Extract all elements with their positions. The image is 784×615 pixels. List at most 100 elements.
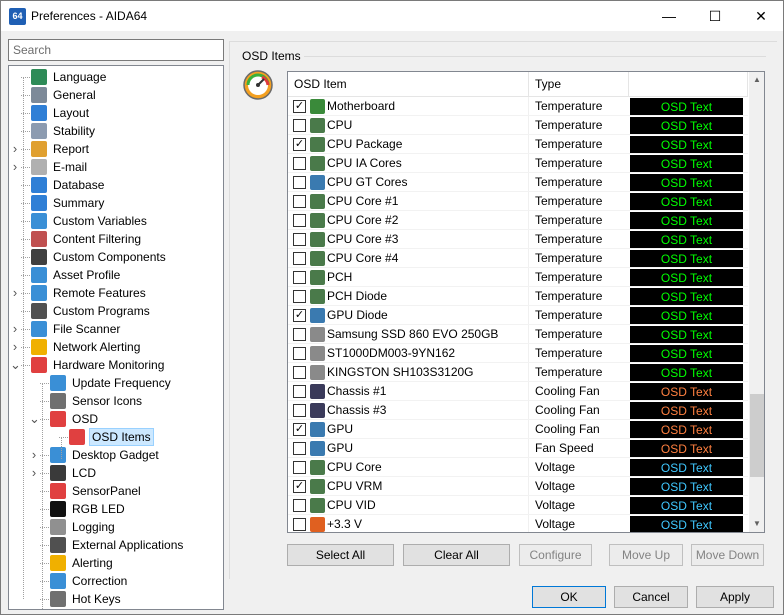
list-item[interactable]: Chassis #1 Cooling Fan OSD Text bbox=[288, 382, 748, 401]
ok-button[interactable]: OK bbox=[532, 586, 606, 608]
collapse-chevron-icon[interactable]: ⌄ bbox=[29, 410, 40, 428]
tree-item-content-filtering[interactable]: Content Filtering bbox=[9, 230, 223, 248]
checked-checkbox[interactable]: ✓ bbox=[293, 480, 306, 493]
osd-text-preview[interactable]: OSD Text bbox=[630, 402, 743, 420]
list-item[interactable]: CPU GT Cores Temperature OSD Text bbox=[288, 173, 748, 192]
unchecked-checkbox[interactable] bbox=[293, 442, 306, 455]
unchecked-checkbox[interactable] bbox=[293, 252, 306, 265]
osd-text-preview[interactable]: OSD Text bbox=[630, 98, 743, 116]
unchecked-checkbox[interactable] bbox=[293, 499, 306, 512]
move-down-button[interactable]: Move Down bbox=[691, 544, 764, 566]
scroll-thumb[interactable] bbox=[750, 394, 764, 477]
tree-item-network-alerting[interactable]: › Network Alerting bbox=[9, 338, 223, 356]
tree-item-file-scanner[interactable]: › File Scanner bbox=[9, 320, 223, 338]
preferences-tree[interactable]: Language General Layout Stability › Report › E-… bbox=[8, 65, 224, 610]
list-item[interactable]: KINGSTON SH103S3120G Temperature OSD Text bbox=[288, 363, 748, 382]
vertical-scrollbar[interactable]: ▲ ▼ bbox=[749, 72, 764, 532]
unchecked-checkbox[interactable] bbox=[293, 176, 306, 189]
expand-chevron-icon[interactable]: › bbox=[29, 446, 39, 464]
minimize-button[interactable]: — bbox=[646, 1, 692, 31]
move-up-button[interactable]: Move Up bbox=[609, 544, 683, 566]
osd-text-preview[interactable]: OSD Text bbox=[630, 250, 743, 268]
expand-chevron-icon[interactable]: › bbox=[10, 338, 20, 356]
osd-items-list[interactable]: OSD Item Type ✓ Motherboard Temperature OSD… bbox=[287, 71, 765, 533]
unchecked-checkbox[interactable] bbox=[293, 404, 306, 417]
list-item[interactable]: CPU Core #1 Temperature OSD Text bbox=[288, 192, 748, 211]
tree-item-stability[interactable]: Stability bbox=[9, 122, 223, 140]
expand-chevron-icon[interactable]: › bbox=[10, 284, 20, 302]
list-item[interactable]: ✓ Motherboard Temperature OSD Text bbox=[288, 97, 748, 116]
list-item[interactable]: ST1000DM003-9YN162 Temperature OSD Text bbox=[288, 344, 748, 363]
list-item[interactable]: CPU Core #3 Temperature OSD Text bbox=[288, 230, 748, 249]
checked-checkbox[interactable]: ✓ bbox=[293, 309, 306, 322]
osd-text-preview[interactable]: OSD Text bbox=[630, 440, 743, 458]
osd-text-preview[interactable]: OSD Text bbox=[630, 155, 743, 173]
unchecked-checkbox[interactable] bbox=[293, 347, 306, 360]
tree-item-custom-components[interactable]: Custom Components bbox=[9, 248, 223, 266]
list-item[interactable]: ✓ CPU Package Temperature OSD Text bbox=[288, 135, 748, 154]
unchecked-checkbox[interactable] bbox=[293, 119, 306, 132]
list-item[interactable]: GPU Fan Speed OSD Text bbox=[288, 439, 748, 458]
list-item[interactable]: Samsung SSD 860 EVO 250GB Temperature OSD … bbox=[288, 325, 748, 344]
osd-text-preview[interactable]: OSD Text bbox=[630, 516, 743, 532]
select-all-button[interactable]: Select All bbox=[287, 544, 394, 566]
list-item[interactable]: PCH Temperature OSD Text bbox=[288, 268, 748, 287]
tree-item-asset-profile[interactable]: Asset Profile bbox=[9, 266, 223, 284]
list-item[interactable]: Chassis #3 Cooling Fan OSD Text bbox=[288, 401, 748, 420]
unchecked-checkbox[interactable] bbox=[293, 461, 306, 474]
list-item[interactable]: CPU Core Voltage OSD Text bbox=[288, 458, 748, 477]
close-button[interactable]: ✕ bbox=[738, 1, 784, 31]
tree-item-report[interactable]: › Report bbox=[9, 140, 223, 158]
tree-item-custom-programs[interactable]: Custom Programs bbox=[9, 302, 223, 320]
osd-text-preview[interactable]: OSD Text bbox=[630, 212, 743, 230]
unchecked-checkbox[interactable] bbox=[293, 157, 306, 170]
osd-text-preview[interactable]: OSD Text bbox=[630, 459, 743, 477]
list-item[interactable]: ✓ CPU VRM Voltage OSD Text bbox=[288, 477, 748, 496]
osd-text-preview[interactable]: OSD Text bbox=[630, 231, 743, 249]
osd-text-preview[interactable]: OSD Text bbox=[630, 117, 743, 135]
unchecked-checkbox[interactable] bbox=[293, 328, 306, 341]
expand-chevron-icon[interactable]: › bbox=[29, 464, 39, 482]
tree-item-custom-variables[interactable]: Custom Variables bbox=[9, 212, 223, 230]
unchecked-checkbox[interactable] bbox=[293, 385, 306, 398]
list-item[interactable]: ✓ GPU Diode Temperature OSD Text bbox=[288, 306, 748, 325]
scroll-up-arrow-icon[interactable]: ▲ bbox=[749, 72, 764, 88]
unchecked-checkbox[interactable] bbox=[293, 214, 306, 227]
checked-checkbox[interactable]: ✓ bbox=[293, 138, 306, 151]
tree-item-language[interactable]: Language bbox=[9, 68, 223, 86]
cancel-button[interactable]: Cancel bbox=[614, 586, 688, 608]
osd-text-preview[interactable]: OSD Text bbox=[630, 497, 743, 515]
column-header-osd[interactable] bbox=[629, 72, 748, 97]
list-item[interactable]: CPU Core #2 Temperature OSD Text bbox=[288, 211, 748, 230]
tree-item-hardware-monitoring[interactable]: ⌄ Hardware Monitoring bbox=[9, 356, 223, 374]
osd-text-preview[interactable]: OSD Text bbox=[630, 307, 743, 325]
clear-all-button[interactable]: Clear All bbox=[403, 544, 510, 566]
tree-item-general[interactable]: General bbox=[9, 86, 223, 104]
osd-text-preview[interactable]: OSD Text bbox=[630, 421, 743, 439]
osd-text-preview[interactable]: OSD Text bbox=[630, 288, 743, 306]
unchecked-checkbox[interactable] bbox=[293, 366, 306, 379]
list-item[interactable]: ✓ GPU Cooling Fan OSD Text bbox=[288, 420, 748, 439]
expand-chevron-icon[interactable]: › bbox=[10, 158, 20, 176]
collapse-chevron-icon[interactable]: ⌄ bbox=[10, 356, 21, 374]
osd-text-preview[interactable]: OSD Text bbox=[630, 174, 743, 192]
list-item[interactable]: PCH Diode Temperature OSD Text bbox=[288, 287, 748, 306]
unchecked-checkbox[interactable] bbox=[293, 233, 306, 246]
checked-checkbox[interactable]: ✓ bbox=[293, 100, 306, 113]
scroll-down-arrow-icon[interactable]: ▼ bbox=[749, 516, 764, 532]
checked-checkbox[interactable]: ✓ bbox=[293, 423, 306, 436]
unchecked-checkbox[interactable] bbox=[293, 195, 306, 208]
osd-text-preview[interactable]: OSD Text bbox=[630, 136, 743, 154]
list-item[interactable]: CPU Temperature OSD Text bbox=[288, 116, 748, 135]
search-input[interactable]: Search bbox=[8, 39, 224, 61]
tree-item-summary[interactable]: Summary bbox=[9, 194, 223, 212]
osd-text-preview[interactable]: OSD Text bbox=[630, 193, 743, 211]
osd-text-preview[interactable]: OSD Text bbox=[630, 326, 743, 344]
list-item[interactable]: CPU VID Voltage OSD Text bbox=[288, 496, 748, 515]
apply-button[interactable]: Apply bbox=[696, 586, 774, 608]
osd-text-preview[interactable]: OSD Text bbox=[630, 345, 743, 363]
osd-text-preview[interactable]: OSD Text bbox=[630, 383, 743, 401]
list-item[interactable]: CPU Core #4 Temperature OSD Text bbox=[288, 249, 748, 268]
unchecked-checkbox[interactable] bbox=[293, 290, 306, 303]
maximize-button[interactable]: ☐ bbox=[692, 1, 738, 31]
